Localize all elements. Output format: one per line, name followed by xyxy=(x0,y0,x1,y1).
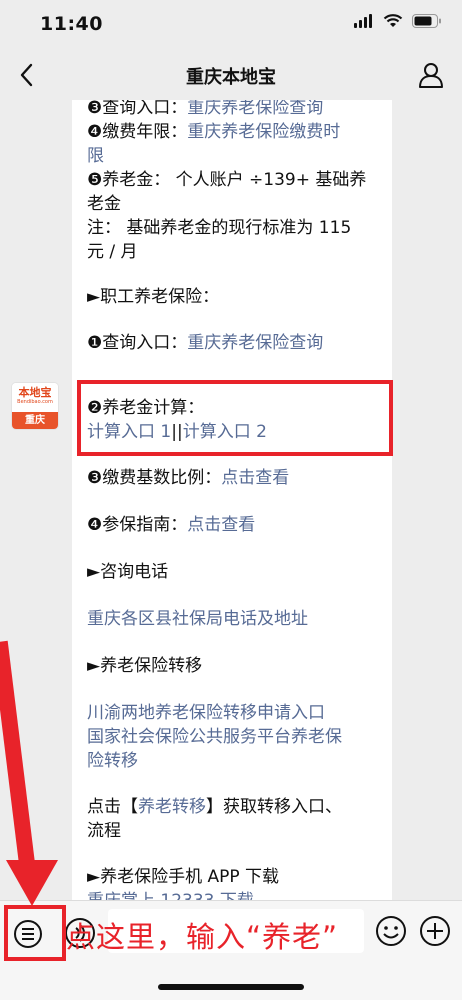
line-text: ❹缴费年限： xyxy=(87,122,188,142)
link-transfer-2[interactable]: 国家社会保险公共服务平台养老保 xyxy=(87,725,342,749)
wifi-icon xyxy=(383,14,403,27)
message-line: ❶查询入口：重庆养老保险查询 xyxy=(87,331,323,355)
chat-area[interactable]: ❸查询入口：重庆养老保险查询 ❹缴费年限：重庆养老保险缴费时 限 ❺养老金： 个… xyxy=(0,100,462,900)
emoji-icon[interactable] xyxy=(374,914,408,948)
menu-highlight-box xyxy=(4,905,66,961)
nav-bar: 重庆本地宝 xyxy=(0,50,462,100)
message-line: 元 / 月 xyxy=(87,242,138,262)
link-payment-years-cont[interactable]: 限 xyxy=(87,146,104,166)
status-bar: 11:40 xyxy=(0,0,462,50)
avatar-brand: 本地宝 xyxy=(18,386,52,399)
message-line: 点击【养老转移】获取转移入口、 xyxy=(87,795,342,819)
avatar-city: 重庆 xyxy=(12,412,58,429)
section-header: ►咨询电话 xyxy=(87,562,169,582)
message-line: ❸缴费基数比例：点击查看 xyxy=(87,466,289,490)
line-text: 】获取转移入口、 xyxy=(206,797,342,817)
home-indicator xyxy=(158,984,304,990)
annotation-text: 点这里，输入“养老” xyxy=(66,920,339,954)
page-title: 重庆本地宝 xyxy=(186,67,276,88)
line-text: 点击【 xyxy=(87,797,138,817)
message-line: ❺养老金： 个人账户 ÷139+ 基础养 xyxy=(87,170,367,190)
link-transfer-2-cont[interactable]: 险转移 xyxy=(87,749,138,773)
section-header: ►养老保险手机 APP 下载 xyxy=(87,867,280,887)
avatar[interactable]: 本地宝 Bendibao.com 重庆 xyxy=(11,382,59,430)
message-line: 流程 xyxy=(87,821,121,841)
line-text: ❶查询入口： xyxy=(87,333,188,353)
link-base-ratio[interactable]: 点击查看 xyxy=(221,468,289,488)
message-line: 限 xyxy=(87,144,104,168)
link-pension-transfer[interactable]: 养老转移 xyxy=(138,797,206,817)
link-transfer-1[interactable]: 川渝两地养老保险转移申请入口 xyxy=(87,701,325,725)
status-icons xyxy=(354,14,442,28)
status-time: 11:40 xyxy=(40,13,103,35)
link-pension-query[interactable]: 重庆养老保险查询 xyxy=(187,100,323,118)
message-line: ❹缴费年限：重庆养老保险缴费时 xyxy=(87,120,340,144)
plus-icon[interactable] xyxy=(418,914,452,948)
message-line: ❸查询入口：重庆养老保险查询 xyxy=(87,100,323,120)
line-text: ❹参保指南： xyxy=(87,515,188,535)
line-text: ❸缴费基数比例： xyxy=(87,468,222,488)
link-app-download[interactable]: 重庆掌上 12333 下载 xyxy=(87,889,254,900)
section-header: ►职工养老保险： xyxy=(87,287,220,307)
message-line: 注： 基础养老金的现行标准为 115 xyxy=(87,218,352,238)
link-payment-years[interactable]: 重庆养老保险缴费时 xyxy=(187,122,340,142)
line-text: ❸查询入口： xyxy=(87,100,188,118)
section-header: ►养老保险转移 xyxy=(87,656,203,676)
message-line: ❹参保指南：点击查看 xyxy=(87,513,255,537)
link-hotline[interactable]: 重庆各区县社保局电话及地址 xyxy=(87,607,308,631)
annotation-arrow-head xyxy=(6,860,58,906)
highlight-box xyxy=(77,380,393,456)
battery-icon xyxy=(412,14,441,28)
avatar-logo: 本地宝 Bendibao.com xyxy=(12,383,58,413)
link-guide[interactable]: 点击查看 xyxy=(187,515,255,535)
link-employee-query[interactable]: 重庆养老保险查询 xyxy=(187,333,323,353)
message-line: 老金 xyxy=(87,194,121,214)
avatar-url: Bendibao.com xyxy=(17,399,53,405)
signal-icon xyxy=(354,14,372,28)
person-icon[interactable] xyxy=(414,58,448,92)
